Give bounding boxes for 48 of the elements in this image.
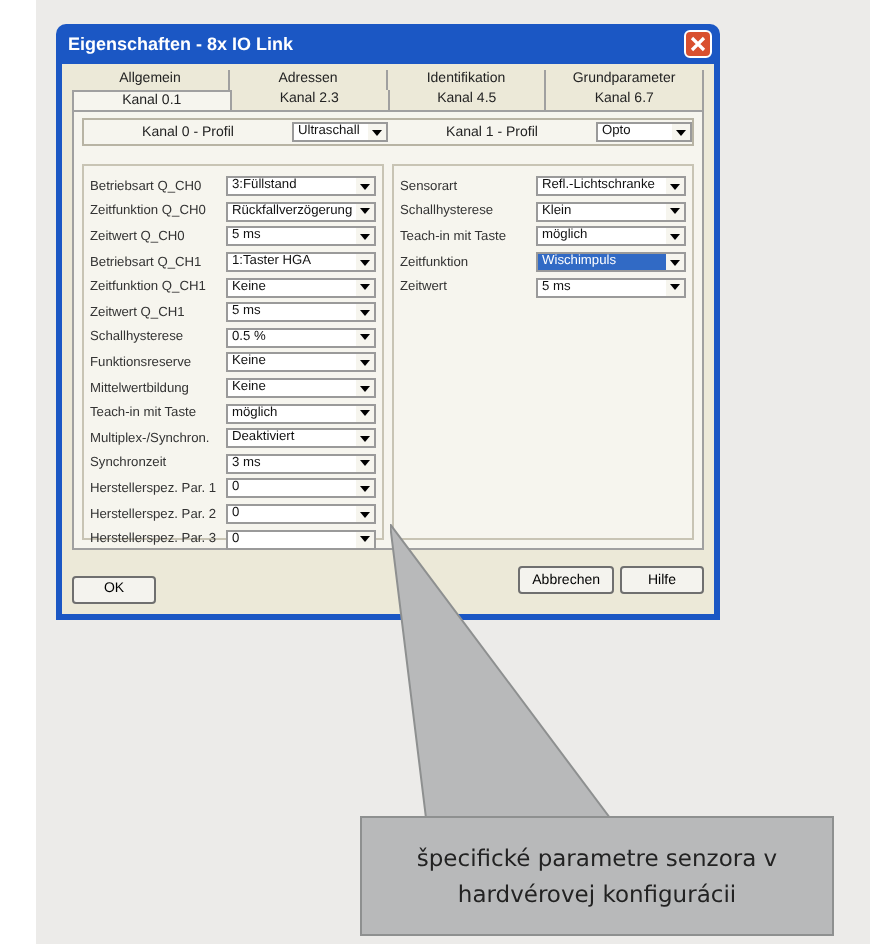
- dropdown-button[interactable]: [356, 329, 374, 346]
- dropdown-button[interactable]: [356, 531, 374, 548]
- dropdown-button[interactable]: [356, 228, 374, 245]
- dropdown-button[interactable]: [666, 203, 684, 220]
- caret-icon: [360, 410, 370, 417]
- dropdown-button[interactable]: [672, 124, 690, 140]
- caret-icon: [360, 284, 370, 291]
- caret-icon: [670, 208, 680, 215]
- dropdown-button[interactable]: [356, 178, 374, 195]
- dropdown-button[interactable]: [356, 279, 374, 296]
- dropdown-button[interactable]: [356, 506, 374, 523]
- dropdown-button[interactable]: [368, 124, 386, 140]
- dropdown-button[interactable]: [356, 430, 374, 447]
- caret-icon: [360, 460, 370, 467]
- dropdown-button[interactable]: [356, 405, 374, 422]
- callout-text: špecifické parametre senzora v hardvérovej konfigurácii: [414, 842, 780, 912]
- dropdown-button[interactable]: [356, 455, 374, 472]
- dropdown-button[interactable]: [356, 380, 374, 397]
- caret-icon: [360, 359, 370, 366]
- caret-icon: [360, 259, 370, 266]
- caret-icon: [360, 334, 370, 341]
- caret-icon: [360, 208, 370, 215]
- close-button[interactable]: [684, 30, 712, 58]
- caret-icon: [360, 435, 370, 442]
- caret-icon: [360, 233, 370, 240]
- dropdown-button[interactable]: [666, 178, 684, 195]
- caret-icon: [670, 233, 680, 240]
- dropdown-button[interactable]: [666, 254, 684, 271]
- caret-icon: [372, 129, 382, 135]
- caret-icon: [360, 485, 370, 492]
- dropdown-button[interactable]: [666, 228, 684, 245]
- dropdown-button[interactable]: [356, 480, 374, 497]
- caret-icon: [360, 385, 370, 392]
- dropdown-button[interactable]: [356, 254, 374, 271]
- caret-icon: [670, 284, 680, 291]
- dropdown-button[interactable]: [356, 203, 374, 220]
- close-icon: [690, 36, 706, 52]
- caret-icon: [670, 183, 680, 190]
- caret-icon: [360, 309, 370, 316]
- caret-icon: [360, 511, 370, 518]
- dropdown-button[interactable]: [356, 354, 374, 371]
- dropdown-button[interactable]: [356, 304, 374, 321]
- caret-icon: [676, 129, 686, 135]
- window-title: Eigenschaften - 8x IO Link: [68, 34, 294, 54]
- caret-icon: [360, 536, 370, 543]
- caret-icon: [670, 259, 680, 266]
- caret-icon: [360, 183, 370, 190]
- dropdown-button[interactable]: [666, 279, 684, 296]
